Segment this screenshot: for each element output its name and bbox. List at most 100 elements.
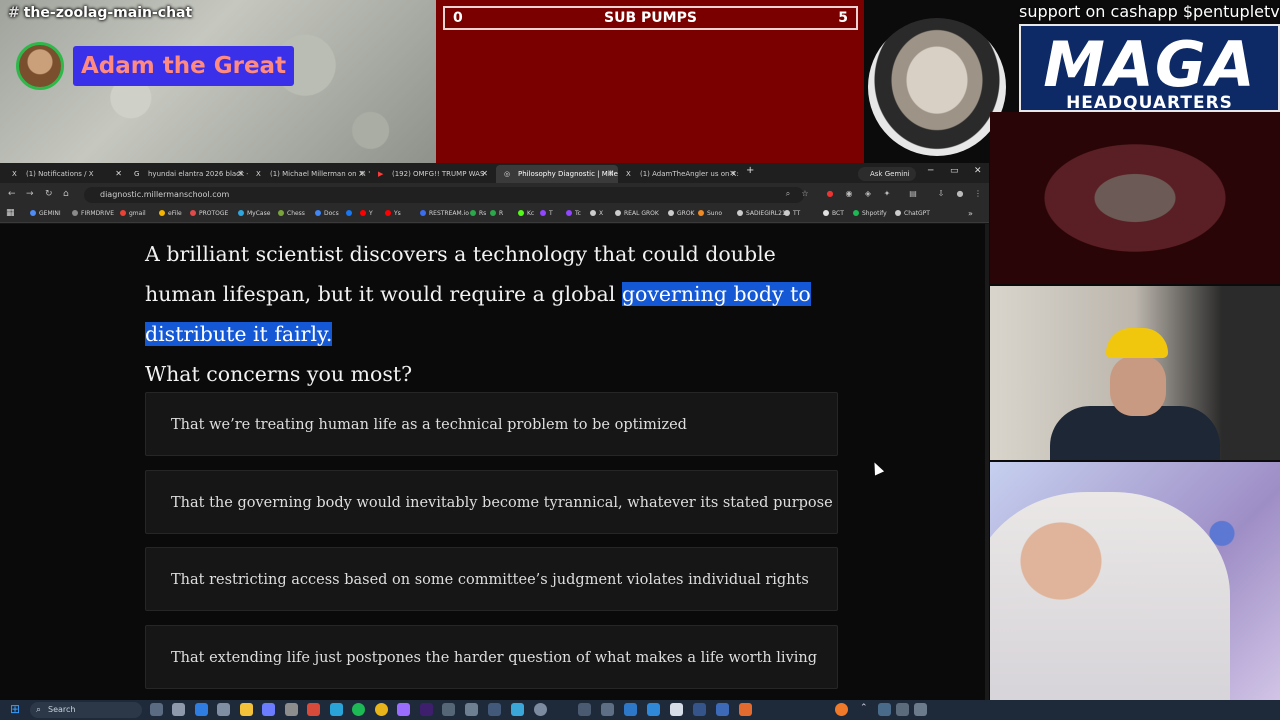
- close-icon[interactable]: ✕: [115, 165, 122, 183]
- chevron-up-icon[interactable]: ⌃: [860, 703, 873, 716]
- shield-icon[interactable]: ◈: [863, 189, 873, 199]
- app-icon[interactable]: [330, 703, 343, 716]
- settings-icon[interactable]: [172, 703, 185, 716]
- bookmark-item[interactable]: Docs: [315, 210, 339, 217]
- app-icon[interactable]: [488, 703, 501, 716]
- tray-icon[interactable]: [878, 703, 891, 716]
- file-explorer-icon[interactable]: [240, 703, 253, 716]
- puzzle-icon[interactable]: ✦: [882, 189, 892, 199]
- close-icon[interactable]: ✕: [237, 165, 244, 183]
- url-input[interactable]: diagnostic.millermanschool.com: [84, 187, 804, 203]
- answer-option-1[interactable]: That we’re treating human life as a tech…: [145, 392, 838, 456]
- page-scrollbar[interactable]: [985, 224, 989, 700]
- answer-option-4[interactable]: That extending life just postpones the h…: [145, 625, 838, 689]
- bookmark-item[interactable]: Suno: [698, 210, 722, 217]
- bookmark-item[interactable]: MyCase: [238, 210, 270, 217]
- back-icon[interactable]: ←: [8, 189, 16, 199]
- bookmark-label: R: [499, 210, 504, 217]
- bookmark-item[interactable]: PROTOGE: [190, 210, 228, 217]
- tab-google-search[interactable]: Ghyundai elantra 2026 black - G ✕: [126, 165, 248, 183]
- app-icon[interactable]: [217, 703, 230, 716]
- bookmark-item[interactable]: Shpotify: [853, 210, 887, 217]
- close-icon[interactable]: ✕: [481, 165, 488, 183]
- bookmark-item[interactable]: Tc: [566, 210, 581, 217]
- bookmark-item[interactable]: eFile: [159, 210, 182, 217]
- app-icon[interactable]: [578, 703, 591, 716]
- premiere-icon[interactable]: [420, 703, 433, 716]
- reload-icon[interactable]: ↻: [45, 189, 53, 199]
- spotify-icon[interactable]: [352, 703, 365, 716]
- bookmark-item[interactable]: FIRMDRIVE: [72, 210, 114, 217]
- bookmark-item[interactable]: ChatGPT: [895, 210, 930, 217]
- app-icon[interactable]: [624, 703, 637, 716]
- tab-notifications[interactable]: X (1) Notifications / X ✕: [4, 165, 126, 183]
- window-close-icon[interactable]: ✕: [974, 166, 982, 176]
- windows-start-icon[interactable]: ⊞: [10, 703, 23, 716]
- download-icon[interactable]: ⇩: [936, 189, 946, 199]
- close-icon[interactable]: ✕: [729, 165, 736, 183]
- bookmark-item[interactable]: Ys: [385, 210, 401, 217]
- tab-adamtheangler-x[interactable]: X (1) AdamTheAngler us on X: "Lo✕: [618, 165, 740, 183]
- answer-option-3[interactable]: That restricting access based on some co…: [145, 547, 838, 611]
- bookmark-item[interactable]: Y: [360, 210, 373, 217]
- tab-youtube[interactable]: ▶ (192) OMFG!! TRUMP WAS ✕: [370, 165, 492, 183]
- app-icon[interactable]: [285, 703, 298, 716]
- bookmark-item[interactable]: GROK: [668, 210, 694, 217]
- app-icon[interactable]: [739, 703, 752, 716]
- tab-millerman-x[interactable]: X (1) Michael Millerman on X: "A ✕: [248, 165, 370, 183]
- app-icon[interactable]: [442, 703, 455, 716]
- bookmark-star-icon[interactable]: ☆: [800, 189, 810, 199]
- app-icon[interactable]: [307, 703, 320, 716]
- new-tab-button[interactable]: +: [746, 165, 754, 176]
- taskbar-search[interactable]: ⌕ Search: [30, 702, 142, 718]
- sidebar-icon[interactable]: ▤: [908, 189, 918, 199]
- chrome-icon[interactable]: [375, 703, 388, 716]
- more-bookmarks-icon[interactable]: »: [968, 209, 973, 218]
- bookmark-item[interactable]: RESTREAM.io: [420, 210, 469, 217]
- apps-grid-icon[interactable]: ▦: [6, 208, 15, 218]
- bookmark-item[interactable]: gmail: [120, 210, 146, 217]
- bookmark-item[interactable]: Kc: [518, 210, 534, 217]
- task-view-icon[interactable]: [150, 703, 163, 716]
- close-icon[interactable]: ✕: [359, 165, 366, 183]
- bookmark-item[interactable]: GEMINI: [30, 210, 61, 217]
- app-icon[interactable]: [693, 703, 706, 716]
- bookmark-item[interactable]: T: [540, 210, 553, 217]
- maximize-icon[interactable]: ▭: [950, 166, 959, 176]
- bookmark-item[interactable]: Rs: [470, 210, 486, 217]
- close-icon[interactable]: ✕: [607, 165, 614, 183]
- extension-icon[interactable]: ◉: [844, 189, 854, 199]
- notepad-icon[interactable]: [670, 703, 683, 716]
- menu-icon[interactable]: ⋮: [973, 189, 983, 199]
- tray-app-icon[interactable]: [835, 703, 848, 716]
- answer-option-2[interactable]: That the governing body would inevitably…: [145, 470, 838, 534]
- app-icon[interactable]: [647, 703, 660, 716]
- bookmark-item[interactable]: R: [490, 210, 503, 217]
- app-icon[interactable]: [716, 703, 729, 716]
- ask-gemini-button[interactable]: Ask Gemini: [858, 167, 916, 181]
- app-icon[interactable]: [511, 703, 524, 716]
- minimize-icon[interactable]: ─: [928, 166, 933, 176]
- bookmark-item[interactable]: SADIEGIRL216: [737, 210, 790, 217]
- bookmark-item[interactable]: X: [590, 210, 603, 217]
- forward-icon[interactable]: →: [26, 189, 34, 199]
- bookmark-favicon-icon: [30, 210, 36, 216]
- tray-icon[interactable]: [914, 703, 927, 716]
- app-icon[interactable]: [534, 703, 547, 716]
- app-icon[interactable]: [601, 703, 614, 716]
- bookmark-item[interactable]: BCT: [823, 210, 844, 217]
- profile-icon[interactable]: ●: [955, 189, 965, 199]
- bookmark-item[interactable]: Chess: [278, 210, 305, 217]
- app-icon[interactable]: [397, 703, 410, 716]
- zoom-icon[interactable]: ⌕: [783, 189, 793, 199]
- tab-philosophy-diagnostic[interactable]: ◎ Philosophy Diagnostic | Millerm ✕: [496, 165, 618, 183]
- bookmark-item[interactable]: [346, 210, 355, 217]
- app-icon[interactable]: [465, 703, 478, 716]
- bookmark-item[interactable]: REAL GROK: [615, 210, 659, 217]
- discord-icon[interactable]: [262, 703, 275, 716]
- extension-icon[interactable]: ●: [825, 189, 835, 199]
- home-icon[interactable]: ⌂: [63, 189, 69, 199]
- tray-icon[interactable]: [896, 703, 909, 716]
- app-icon[interactable]: [195, 703, 208, 716]
- bookmark-item[interactable]: TT: [784, 210, 800, 217]
